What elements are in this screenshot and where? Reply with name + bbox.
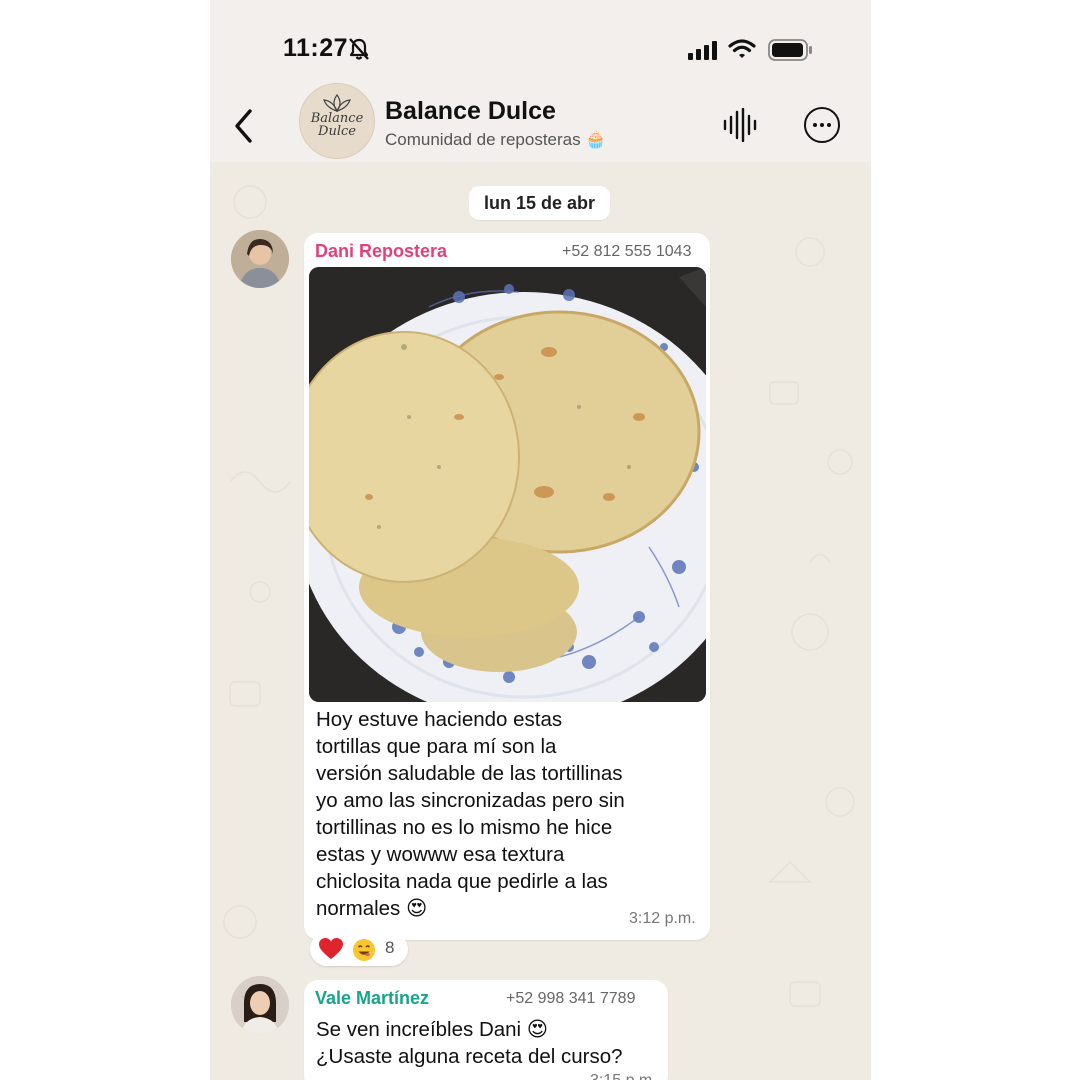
more-dot: [820, 123, 824, 127]
heart-icon: [318, 937, 344, 966]
message-line: normales 😍: [316, 897, 428, 920]
message-line: ¿Usaste alguna receta del curso?: [316, 1045, 623, 1068]
message-text: Se ven increíbles Dani 😍 ¿Usaste alguna …: [316, 1016, 623, 1070]
signal-icon: [688, 40, 720, 65]
message-line: chiclosita nada que pedirle a las: [316, 870, 608, 893]
sender-phone: +52 998 341 7789: [506, 990, 636, 1007]
status-bar: 11:27: [210, 0, 871, 88]
reaction-count: 8: [385, 938, 395, 957]
status-time: 11:27: [283, 34, 349, 62]
avatar[interactable]: [231, 230, 289, 288]
date-separator: lun 15 de abr: [469, 186, 610, 220]
avatar[interactable]: [231, 976, 289, 1034]
sender-name[interactable]: Dani Repostera: [315, 241, 447, 262]
sender-name[interactable]: Vale Martínez: [315, 988, 429, 1009]
logo-line-2: Dulce: [318, 124, 356, 139]
lotus-icon: [323, 94, 351, 112]
chat-header: Balance Dulce Balance Dulce Comunidad de…: [210, 83, 871, 162]
message-line: estas y wowww esa textura: [316, 843, 565, 866]
message-bubble[interactable]: Dani Repostera +52 812 555 1043 Hoy estu…: [304, 233, 710, 940]
phone-screen: 11:27 Balance Dulce Balance Dulce Comuni…: [210, 0, 871, 1080]
logo-text: Balance Dulce: [300, 112, 374, 138]
voice-icon[interactable]: [722, 108, 758, 142]
battery-icon: [768, 39, 814, 66]
message-photo[interactable]: [309, 267, 706, 702]
message-time: 3:12 p.m.: [629, 910, 696, 927]
smile-icon: [352, 938, 376, 967]
back-icon[interactable]: [230, 106, 258, 146]
message-line: Hoy estuve haciendo estas: [316, 708, 563, 731]
reactions-pill[interactable]: 8: [310, 932, 408, 966]
message-line: Se ven increíbles Dani 😍: [316, 1018, 549, 1041]
more-options-button[interactable]: [804, 107, 840, 143]
message-line: yo amo las sincronizadas pero sin: [316, 789, 625, 812]
message-line: versión saludable de las tortillinas: [316, 762, 623, 785]
group-title[interactable]: Balance Dulce: [385, 97, 556, 126]
sender-phone: +52 812 555 1043: [562, 243, 692, 260]
message-line: tortillinas no es lo mismo he hice: [316, 816, 613, 839]
message-time: 3:15 p.m.: [590, 1072, 657, 1080]
message-text: Hoy estuve haciendo estas tortillas que …: [316, 706, 625, 922]
message-line: tortillas que para mí son la: [316, 735, 557, 758]
more-dot: [827, 123, 831, 127]
more-dot: [813, 123, 817, 127]
bell-off-icon: [348, 37, 370, 66]
group-avatar[interactable]: Balance Dulce: [299, 83, 375, 159]
group-subtitle: Comunidad de reposteras 🧁: [385, 130, 607, 149]
wifi-icon: [728, 38, 756, 65]
message-bubble[interactable]: Vale Martínez +52 998 341 7789 Se ven in…: [304, 980, 668, 1080]
